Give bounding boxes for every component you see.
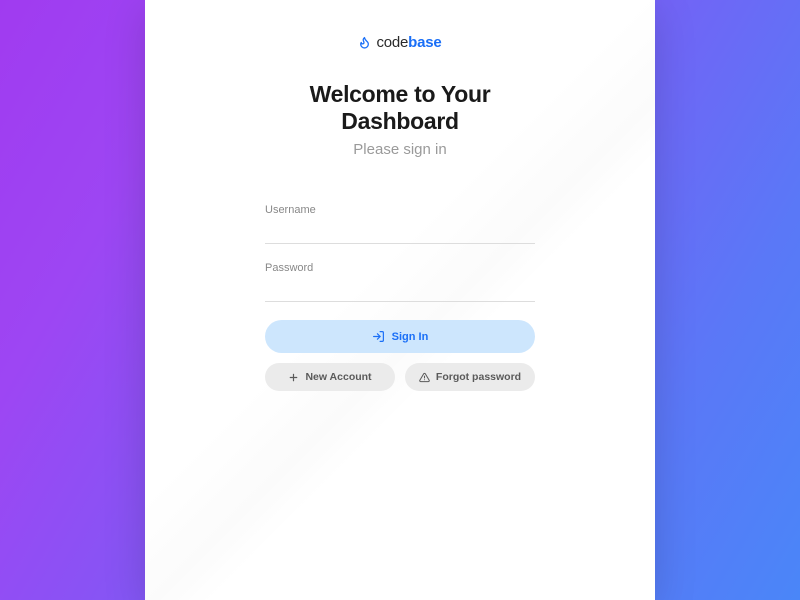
login-form: Username Password Sign In New Account xyxy=(265,204,535,391)
brand-text: codebase xyxy=(376,34,441,51)
brand-logo: codebase xyxy=(265,34,535,51)
password-label: Password xyxy=(265,262,535,280)
password-field-group: Password xyxy=(265,262,535,302)
login-card: codebase Welcome to Your Dashboard Pleas… xyxy=(145,0,655,600)
username-field-group: Username xyxy=(265,204,535,244)
forgot-password-label: Forgot password xyxy=(436,371,521,383)
warning-icon xyxy=(419,372,430,383)
page-title: Welcome to Your Dashboard xyxy=(265,81,535,135)
new-account-button[interactable]: New Account xyxy=(265,363,395,391)
page-subtitle: Please sign in xyxy=(265,141,535,158)
username-input[interactable] xyxy=(265,222,535,244)
username-label: Username xyxy=(265,204,535,222)
password-input[interactable] xyxy=(265,280,535,302)
secondary-actions: New Account Forgot password xyxy=(265,363,535,391)
forgot-password-button[interactable]: Forgot password xyxy=(405,363,535,391)
signin-button-label: Sign In xyxy=(392,331,429,343)
new-account-label: New Account xyxy=(305,371,371,383)
plus-icon xyxy=(288,372,299,383)
signin-button[interactable]: Sign In xyxy=(265,320,535,353)
signin-icon xyxy=(372,330,385,343)
flame-icon xyxy=(358,36,371,49)
